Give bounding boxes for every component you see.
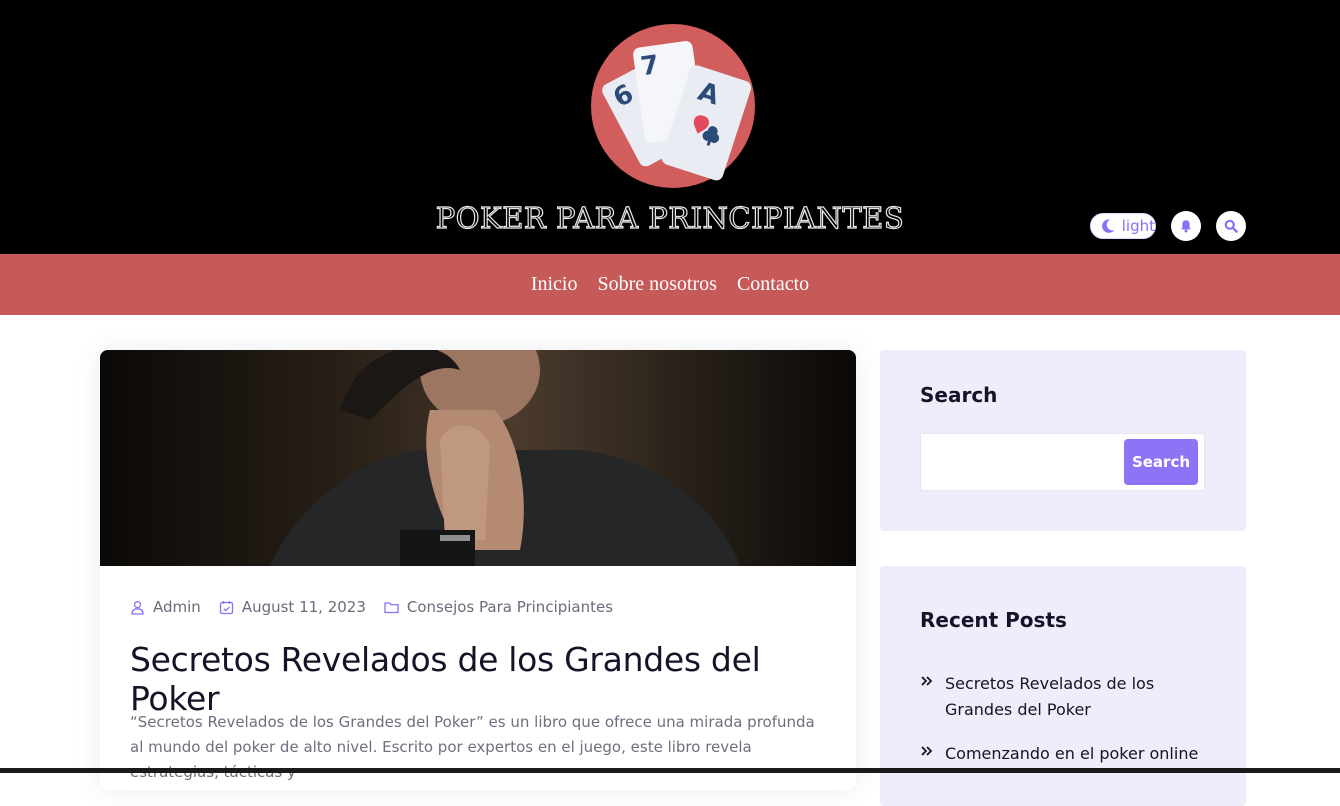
user-icon bbox=[131, 600, 144, 615]
post-author-link[interactable]: Admin bbox=[153, 598, 201, 616]
post-title: Secretos Revelados de los Grandes del Po… bbox=[130, 640, 850, 718]
post-featured-image[interactable] bbox=[100, 350, 856, 566]
search-widget: Search Search bbox=[880, 350, 1246, 531]
search-input[interactable] bbox=[921, 434, 1119, 490]
bell-icon bbox=[1181, 220, 1191, 233]
list-item: Comenzando en el poker online bbox=[920, 741, 1220, 767]
post-meta: Admin August 11, 2023 Consejos Para Prin… bbox=[130, 598, 631, 616]
site-header: 6 7 A POKER PARA PRINCIPIANTES light bbox=[0, 0, 1340, 254]
moon-icon bbox=[1102, 219, 1115, 233]
recent-posts-title: Recent Posts bbox=[920, 608, 1067, 632]
list-item: Secretos Revelados de los Grandes del Po… bbox=[920, 671, 1220, 723]
dark-mode-toggle[interactable]: light bbox=[1090, 213, 1156, 239]
nav-item-inicio[interactable]: Inicio bbox=[531, 273, 578, 296]
recent-post-link[interactable]: Secretos Revelados de los Grandes del Po… bbox=[945, 671, 1220, 723]
search-widget-title: Search bbox=[920, 383, 998, 407]
post-excerpt: “Secretos Revelados de los Grandes del P… bbox=[130, 713, 815, 781]
search-form: Search bbox=[920, 433, 1205, 491]
double-chevron-right-icon bbox=[921, 676, 933, 686]
header-search-button[interactable] bbox=[1216, 211, 1246, 241]
mode-label: light bbox=[1121, 217, 1155, 235]
post-card: Admin August 11, 2023 Consejos Para Prin… bbox=[100, 350, 856, 790]
main-nav: Inicio Sobre nosotros Contacto bbox=[0, 254, 1340, 315]
post-title-link[interactable]: Secretos Revelados de los Grandes del Po… bbox=[130, 640, 761, 718]
calendar-icon bbox=[219, 600, 233, 614]
nav-item-contacto[interactable]: Contacto bbox=[737, 273, 809, 296]
search-submit-button[interactable]: Search bbox=[1124, 439, 1198, 485]
nav-item-sobre-nosotros[interactable]: Sobre nosotros bbox=[597, 273, 716, 296]
post-author: Admin bbox=[130, 598, 201, 616]
bottom-edge-bar bbox=[0, 768, 1340, 773]
post-date: August 11, 2023 bbox=[219, 598, 366, 616]
notifications-button[interactable] bbox=[1171, 211, 1201, 241]
folder-icon bbox=[384, 601, 399, 613]
search-icon bbox=[1224, 219, 1238, 233]
recent-post-link[interactable]: Comenzando en el poker online bbox=[945, 741, 1198, 767]
post-category-link[interactable]: Consejos Para Principiantes bbox=[407, 598, 613, 616]
site-logo[interactable]: 6 7 A bbox=[588, 22, 758, 190]
post-category: Consejos Para Principiantes bbox=[384, 598, 613, 616]
double-chevron-right-icon bbox=[921, 746, 933, 756]
post-date-text: August 11, 2023 bbox=[241, 598, 366, 616]
